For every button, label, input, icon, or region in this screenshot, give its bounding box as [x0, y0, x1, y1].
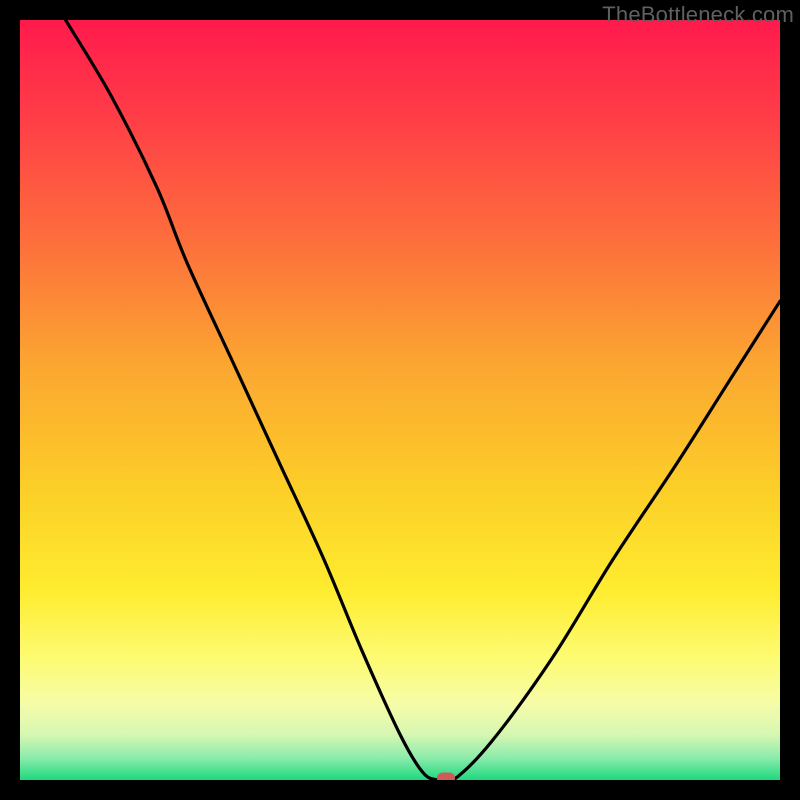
chart-stage: TheBottleneck.com — [0, 0, 800, 800]
watermark-text: TheBottleneck.com — [602, 2, 794, 28]
plot-area — [20, 20, 780, 780]
bottleneck-curve — [20, 20, 780, 780]
optimal-point-marker — [437, 773, 455, 781]
